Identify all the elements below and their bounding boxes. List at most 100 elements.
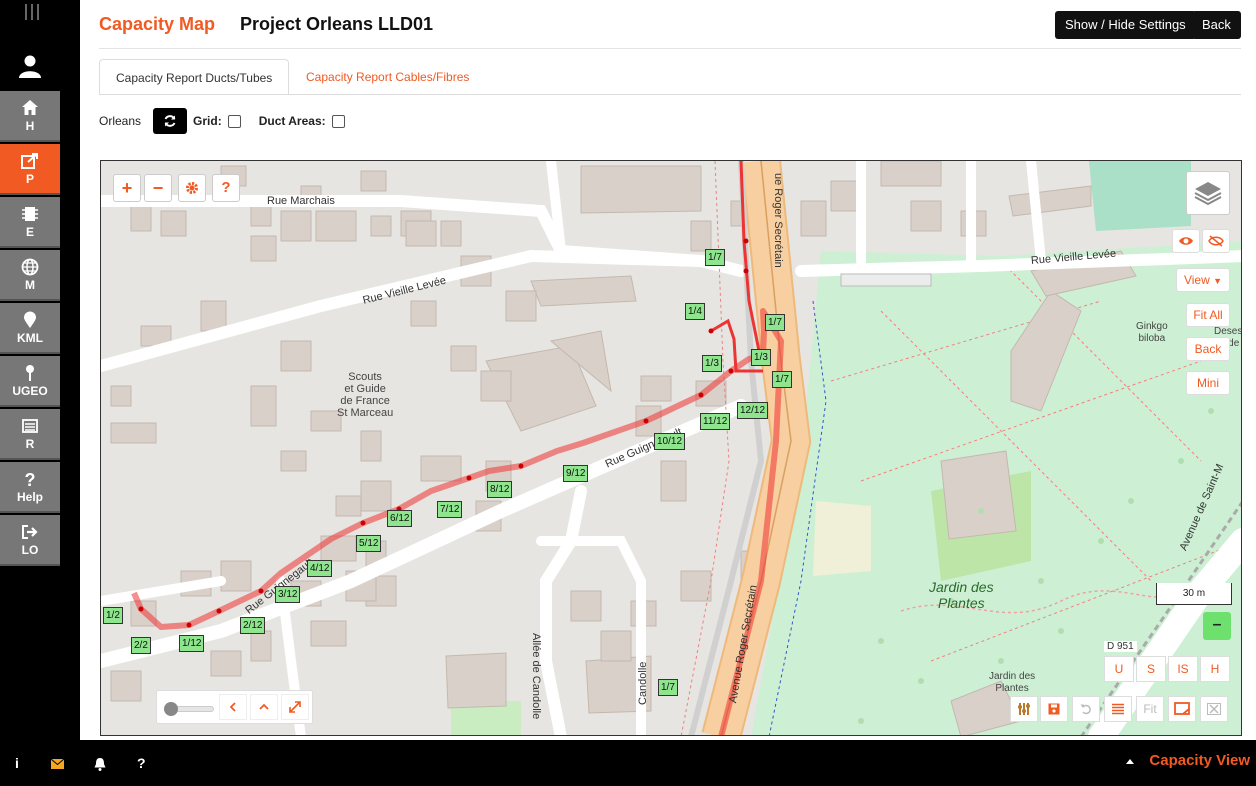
- sidebar-item-e[interactable]: E: [0, 197, 60, 248]
- capacity-label[interactable]: 7/12: [437, 501, 463, 518]
- capacity-label[interactable]: 1/2: [103, 607, 123, 624]
- location-label: Orleans: [99, 114, 142, 128]
- road-ref: D 951: [1104, 641, 1137, 652]
- sidebar-item-kml[interactable]: KML: [0, 303, 60, 354]
- capacity-label[interactable]: 1/7: [658, 679, 678, 696]
- hide-layer-button[interactable]: [1202, 229, 1230, 253]
- sidebar-item-home[interactable]: H: [0, 91, 60, 142]
- slider-handle[interactable]: [164, 702, 178, 716]
- show-hide-settings-button[interactable]: Show / Hide Settings: [1055, 11, 1196, 39]
- h-button[interactable]: H: [1200, 656, 1230, 682]
- capacity-label[interactable]: 11/12: [700, 413, 731, 430]
- capacity-label[interactable]: 2/2: [131, 637, 151, 654]
- capacity-label[interactable]: 8/12: [487, 481, 513, 498]
- svg-text:?: ?: [25, 470, 36, 488]
- capacity-label[interactable]: 1/7: [705, 249, 725, 266]
- capacity-label[interactable]: 1/12: [179, 635, 205, 652]
- capacity-label[interactable]: 9/12: [563, 465, 589, 482]
- gear-icon: [186, 182, 198, 194]
- question-icon: ?: [25, 470, 36, 488]
- sidebar-item-m[interactable]: M: [0, 250, 60, 301]
- window-button[interactable]: [1168, 696, 1196, 722]
- refresh-button[interactable]: [153, 108, 188, 134]
- eye-icon: [1179, 237, 1193, 245]
- sidebar-item-ugeo[interactable]: UGEO: [0, 356, 60, 407]
- scale-label: 30 m: [1182, 588, 1206, 599]
- capacity-label[interactable]: 1/7: [765, 314, 785, 331]
- fit-button[interactable]: Fit: [1136, 696, 1164, 722]
- user-icon[interactable]: [18, 54, 42, 78]
- save-button[interactable]: [1040, 696, 1068, 722]
- undo-button[interactable]: [1072, 696, 1100, 722]
- tab-ducts-tubes[interactable]: Capacity Report Ducts/Tubes: [99, 59, 290, 95]
- footer-help-button[interactable]: ?: [137, 755, 146, 771]
- up-button[interactable]: [250, 694, 278, 720]
- capacity-label[interactable]: 10/12: [654, 433, 686, 450]
- sidebar-item-label: E: [25, 225, 34, 239]
- poi-label: Scouts et Guide de France St Marceau: [337, 371, 394, 419]
- grid-label: Grid:: [193, 114, 222, 128]
- window-icon: [1174, 702, 1190, 715]
- opacity-slider[interactable]: [164, 702, 214, 716]
- list-view-button[interactable]: [1104, 696, 1132, 722]
- pin-icon: [24, 311, 36, 328]
- capacity-label[interactable]: 12/12: [737, 402, 769, 419]
- network-icon: [1018, 703, 1030, 715]
- show-layer-button[interactable]: [1172, 229, 1200, 253]
- duct-areas-checkbox[interactable]: [331, 114, 345, 128]
- mini-button[interactable]: Mini: [1186, 371, 1230, 395]
- bell-icon[interactable]: [94, 757, 106, 771]
- view-dropdown[interactable]: View ▼: [1176, 268, 1230, 292]
- capacity-label[interactable]: 1/4: [685, 303, 705, 320]
- street-label: Rue Marchais: [267, 195, 335, 207]
- tab-cables-fibres[interactable]: Capacity Report Cables/Fibres: [290, 59, 485, 95]
- back-button[interactable]: Back: [1192, 11, 1241, 39]
- settings-button[interactable]: [178, 174, 206, 202]
- collapse-button[interactable]: –: [1203, 612, 1231, 640]
- map-canvas[interactable]: Rue Marchais Rue Vieille Levée Rue Vieil…: [100, 160, 1242, 736]
- grid-checkbox[interactable]: [227, 114, 241, 128]
- sidebar-item-r[interactable]: R: [0, 409, 60, 460]
- capacity-label[interactable]: 1/3: [751, 349, 771, 366]
- map-help-button[interactable]: ?: [212, 174, 240, 202]
- zoom-out-button[interactable]: −: [144, 174, 172, 202]
- road-ref-label: D 951: [1107, 641, 1134, 652]
- menu-icon[interactable]: [25, 4, 39, 20]
- capacity-label[interactable]: 6/12: [387, 510, 413, 527]
- view-dropdown-label: View: [1183, 273, 1210, 287]
- capacity-label[interactable]: 2/12: [240, 617, 266, 634]
- info-button[interactable]: i: [15, 755, 19, 771]
- poi-label: Jardin des Plantes: [989, 671, 1036, 694]
- sidebar-item-label: KML: [17, 331, 43, 345]
- caret-up-icon[interactable]: [1126, 758, 1134, 764]
- u-button[interactable]: U: [1104, 656, 1134, 682]
- capacity-label[interactable]: 4/12: [307, 560, 333, 577]
- close-panel-button[interactable]: [1200, 696, 1228, 722]
- capacity-label[interactable]: 1/3: [702, 355, 722, 372]
- capacity-label[interactable]: 3/12: [275, 586, 301, 603]
- capacity-label[interactable]: 1/7: [772, 371, 792, 388]
- s-button[interactable]: S: [1136, 656, 1166, 682]
- expand-button[interactable]: [281, 694, 309, 720]
- is-button[interactable]: IS: [1168, 656, 1198, 682]
- sidebar-item-p[interactable]: P: [0, 144, 60, 195]
- refresh-icon: [164, 115, 176, 127]
- network-tool-button[interactable]: [1010, 696, 1038, 722]
- chevron-up-icon: [259, 703, 269, 710]
- sidebar-item-logout[interactable]: LO: [0, 515, 60, 566]
- zoom-in-button[interactable]: +: [113, 174, 141, 202]
- street-label: Candolle: [637, 661, 649, 705]
- map-back-button[interactable]: Back: [1186, 337, 1230, 361]
- fit-all-button[interactable]: Fit All: [1186, 303, 1230, 327]
- duct-areas-label: Duct Areas:: [258, 114, 326, 128]
- capacity-label[interactable]: 5/12: [356, 535, 382, 552]
- sidebar-item-label: H: [25, 119, 35, 133]
- prev-button[interactable]: [219, 694, 247, 720]
- chip-icon: [22, 207, 38, 221]
- share-icon: [21, 153, 38, 169]
- mail-icon[interactable]: [51, 759, 64, 769]
- capacity-view-label[interactable]: Capacity View: [1149, 752, 1250, 769]
- sidebar-item-help[interactable]: ? Help: [0, 462, 60, 513]
- layers-button[interactable]: [1186, 171, 1230, 215]
- brand-title: Capacity Map: [99, 14, 216, 34]
